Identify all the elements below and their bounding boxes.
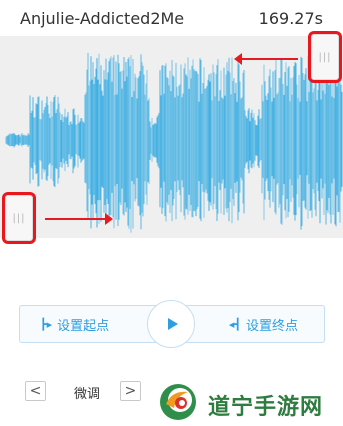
set-start-icon: ┣▸ (40, 317, 53, 331)
watermark-logo-icon (160, 384, 196, 420)
chevron-right-icon: > (124, 383, 137, 399)
set-start-button[interactable]: ┣▸ 设置起点 (40, 306, 109, 342)
start-trim-handle[interactable]: ||| (5, 195, 33, 241)
annotation-arrow-left (234, 53, 298, 65)
waveform-area[interactable] (0, 36, 343, 238)
fine-tune-label: 微调 (74, 387, 101, 402)
set-end-label: 设置终点 (245, 318, 298, 334)
song-title: Anjulie-Addicted2Me (20, 9, 185, 28)
header: Anjulie-Addicted2Me 169.27s (0, 0, 343, 36)
handle-grip: ||| (318, 51, 332, 63)
play-icon (167, 318, 178, 330)
annotation-arrow-right (45, 213, 113, 225)
set-end-icon: ◂┫ (228, 317, 241, 331)
waveform (5, 52, 343, 233)
end-trim-handle[interactable]: ||| (311, 34, 339, 80)
play-button[interactable] (147, 300, 195, 348)
handle-grip: ||| (12, 212, 26, 224)
set-end-button[interactable]: ◂┫ 设置终点 (229, 306, 298, 342)
set-start-label: 设置起点 (57, 318, 110, 334)
duration-readout: 169.27s (258, 9, 323, 28)
fine-tune-prev-button[interactable]: < (25, 381, 46, 401)
watermark-text: 道宁手游网 (208, 395, 324, 420)
watermark: 道宁手游网 (158, 380, 343, 426)
fine-tune-next-button[interactable]: > (120, 381, 141, 401)
chevron-left-icon: < (29, 383, 42, 399)
